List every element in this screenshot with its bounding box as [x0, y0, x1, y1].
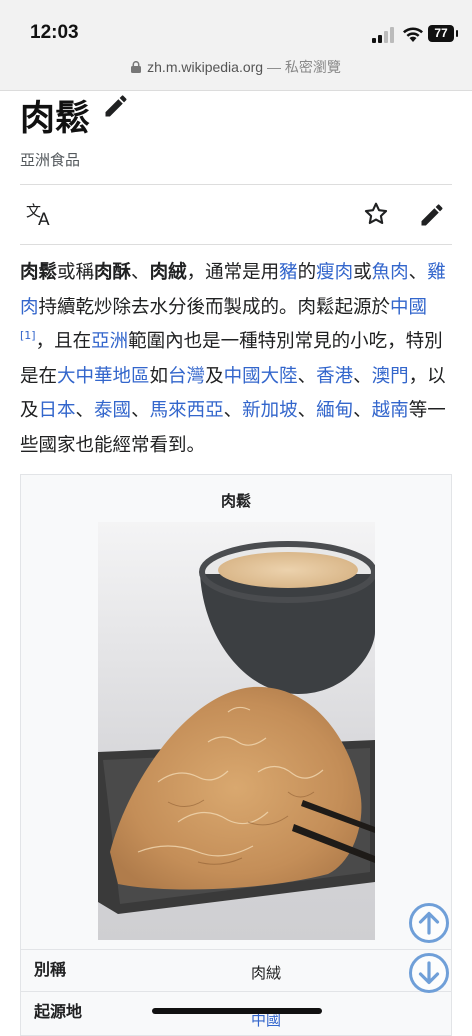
status-bar: 12:03 77 zh.m.wikipedia.org — 私密瀏覽 — [0, 0, 472, 91]
infobox-label: 別稱 — [34, 960, 67, 979]
edit-pencil-icon[interactable] — [418, 201, 446, 229]
paragraph-text: ，且在 — [35, 331, 92, 352]
cellular-signal-icon — [372, 27, 394, 43]
svg-text:A: A — [38, 210, 50, 230]
infobox-value: 肉絨 — [250, 964, 281, 982]
reference-sup[interactable]: [1] — [20, 329, 36, 342]
paragraph-text: 、 — [353, 400, 372, 421]
paragraph-text: 持續乾炒除去水分後而製成的。肉鬆起源於 — [38, 296, 391, 318]
paragraph-text: 、 — [297, 365, 317, 387]
status-time: 12:03 — [30, 22, 79, 43]
infobox-divider — [21, 949, 451, 950]
paragraph-text: 的 — [297, 262, 317, 283]
intro-paragraph: 肉鬆或稱肉酥、肉絨，通常是用豬的瘦肉或魚肉、雞肉持續乾炒除去水分後而製成的。肉鬆… — [20, 256, 456, 463]
article-link[interactable]: 大中華地區 — [57, 366, 150, 387]
paragraph-text: 、 — [353, 365, 372, 387]
paragraph-text: 、 — [297, 400, 317, 421]
infobox-divider — [21, 991, 451, 992]
infobox-title: 肉鬆 — [220, 492, 251, 510]
article-link[interactable]: 香港 — [316, 366, 353, 387]
article-link[interactable]: 日本 — [39, 400, 76, 421]
article-link[interactable]: 緬甸 — [316, 400, 353, 421]
edit-title-icon[interactable] — [102, 92, 130, 120]
article-link[interactable]: 中國 — [390, 297, 427, 318]
article-link[interactable]: 魚肉 — [372, 262, 409, 283]
article-link[interactable]: 越南 — [372, 400, 409, 421]
watch-star-icon[interactable] — [362, 200, 390, 228]
scroll-up-arrow-icon[interactable] — [408, 902, 450, 944]
lock-icon — [131, 61, 142, 73]
wifi-icon — [403, 27, 423, 42]
language-translate-icon[interactable]: 文 A — [26, 200, 56, 230]
article-link[interactable]: 豬 — [279, 262, 298, 283]
divider — [20, 184, 452, 185]
divider — [20, 244, 452, 245]
article-link[interactable]: 泰國 — [94, 400, 131, 421]
paragraph-text: 或稱 — [57, 262, 95, 283]
paragraph-text: ，通常是用 — [186, 262, 280, 283]
article-link[interactable]: 瘦肉 — [316, 262, 353, 283]
article-link[interactable]: 澳門 — [372, 366, 409, 387]
bold-term: 肉鬆 — [20, 262, 58, 283]
page-title: 肉鬆 — [20, 99, 91, 139]
infobox-label: 起源地 — [34, 1002, 83, 1021]
url-text: zh.m.wikipedia.org — [147, 59, 264, 75]
battery-indicator: 77 — [428, 25, 458, 42]
paragraph-text: 如 — [149, 365, 169, 387]
reference-link[interactable]: [1] — [20, 329, 36, 352]
article-link[interactable]: 亞洲 — [91, 331, 128, 352]
bold-term: 肉酥 — [94, 262, 132, 283]
home-indicator — [152, 1008, 322, 1014]
page-description: 亞洲食品 — [20, 151, 81, 169]
infobox-image[interactable] — [98, 522, 375, 940]
paragraph-text: 、 — [75, 400, 95, 421]
paragraph-text: 、 — [408, 262, 428, 283]
paragraph-text: 或 — [353, 262, 372, 283]
paragraph-text: 、 — [131, 400, 150, 421]
article-link[interactable]: 馬來西亞 — [150, 400, 224, 421]
paragraph-text: 、 — [131, 262, 150, 283]
article-link[interactable]: 中國大陸 — [224, 366, 298, 387]
bold-term: 肉絨 — [149, 262, 187, 283]
infobox: 肉鬆 別稱 肉絨 起源地 中國 — [20, 474, 452, 1036]
article-link[interactable]: 新加坡 — [242, 400, 298, 421]
private-mode-label: — 私密瀏覽 — [266, 59, 341, 75]
paragraph-text: 、 — [223, 400, 243, 421]
paragraph-text: 及 — [205, 365, 224, 387]
scroll-down-arrow-icon[interactable] — [408, 952, 450, 994]
address-bar[interactable]: zh.m.wikipedia.org — 私密瀏覽 — [0, 57, 472, 77]
article-link[interactable]: 台灣 — [168, 366, 205, 387]
